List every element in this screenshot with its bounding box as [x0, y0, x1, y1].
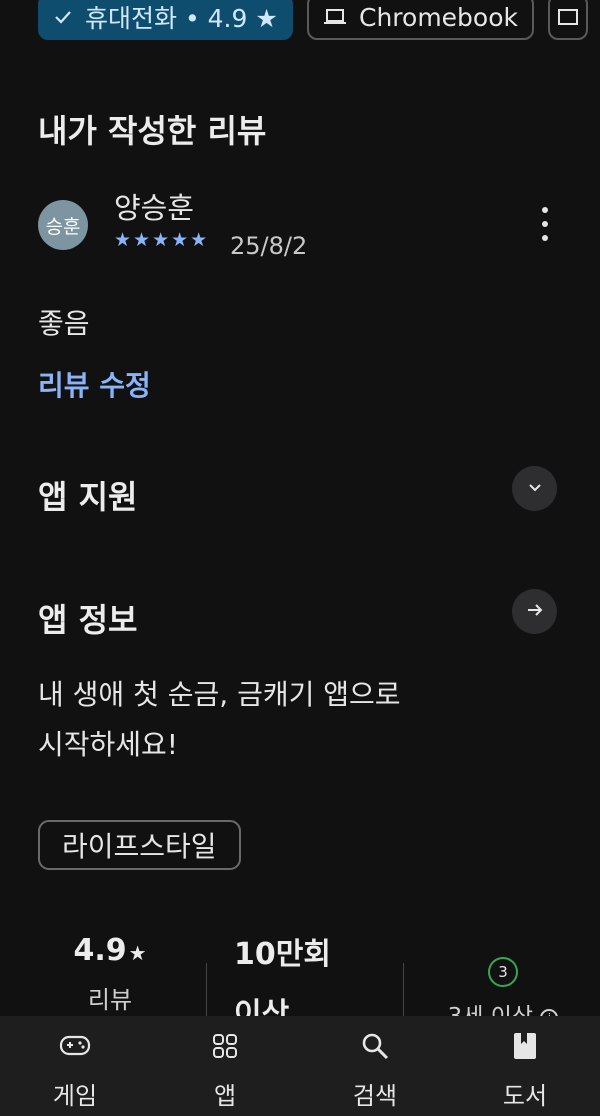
chip-tablet[interactable]: [548, 0, 588, 40]
downloads-value: 10만회: [234, 937, 331, 972]
review-text: 좋음: [38, 307, 90, 340]
star-icon: ★: [128, 941, 147, 965]
chip-chromebook-label: Chromebook: [359, 2, 518, 32]
gamepad-icon: [59, 1028, 91, 1064]
app-info-title: 앱 정보: [38, 601, 138, 639]
app-info-arrow-button[interactable]: [512, 589, 557, 634]
star-rating: ★★★★★: [114, 229, 210, 251]
nav-search[interactable]: 검색: [300, 1016, 450, 1116]
rating-stat: 4.9 ★ 리뷰: [60, 933, 160, 1015]
app-description: 내 생애 첫 순금, 금캐기 앱으로 시작하세요!: [38, 670, 558, 770]
my-review-title: 내가 작성한 리뷰: [38, 112, 267, 150]
edit-review-link[interactable]: 리뷰 수정: [38, 364, 151, 404]
chip-phone-label: 휴대전화 • 4.9 ★: [85, 4, 278, 33]
app-description-line1: 내 생애 첫 순금, 금캐기 앱으로: [38, 678, 401, 711]
nav-games-label: 게임: [52, 1082, 98, 1110]
expand-support-button[interactable]: [512, 466, 557, 511]
category-chip[interactable]: 라이프스타일: [38, 820, 241, 870]
nav-books-label: 도서: [502, 1082, 548, 1110]
laptop-icon: [323, 7, 347, 27]
reviewer-name: 양승훈: [114, 191, 195, 225]
chip-chromebook[interactable]: Chromebook: [307, 0, 534, 40]
rating-label: 리뷰: [87, 986, 133, 1014]
my-review-card: 승훈 양승훈 ★★★★★ 25/8/2: [38, 185, 562, 275]
device-filter-chips: 휴대전화 • 4.9 ★ Chromebook: [38, 0, 588, 40]
check-icon: [53, 7, 73, 27]
age-rating-badge: 3: [488, 957, 518, 987]
rating-value-row: 4.9 ★: [60, 933, 160, 968]
stat-divider: [206, 963, 207, 1023]
app-description-line2: 시작하세요!: [38, 728, 179, 761]
avatar: 승훈: [38, 200, 88, 250]
arrow-right-icon: [525, 600, 545, 624]
stat-divider: [403, 963, 404, 1023]
nav-search-label: 검색: [352, 1082, 398, 1110]
nav-games[interactable]: 게임: [0, 1016, 150, 1116]
book-icon: [512, 1028, 538, 1064]
chevron-down-icon: [527, 479, 543, 499]
app-support-title: 앱 지원: [38, 478, 138, 516]
chip-phone[interactable]: 휴대전화 • 4.9 ★: [38, 0, 293, 40]
nav-apps[interactable]: 앱: [150, 1016, 300, 1116]
tablet-icon: [557, 3, 579, 32]
nav-apps-label: 앱: [213, 1082, 237, 1110]
rating-value: 4.9: [73, 933, 127, 968]
apps-grid-icon: [211, 1028, 239, 1064]
review-date: 25/8/2: [230, 232, 308, 260]
search-icon: [360, 1028, 390, 1064]
app-stats-row: 4.9★ 리뷰 10만회 이상 3 3세 이상 i: [0, 925, 600, 1032]
more-options-icon[interactable]: [540, 207, 550, 241]
bottom-navigation: 게임 앱 검색 도서: [0, 1016, 600, 1116]
nav-books[interactable]: 도서: [450, 1016, 600, 1116]
